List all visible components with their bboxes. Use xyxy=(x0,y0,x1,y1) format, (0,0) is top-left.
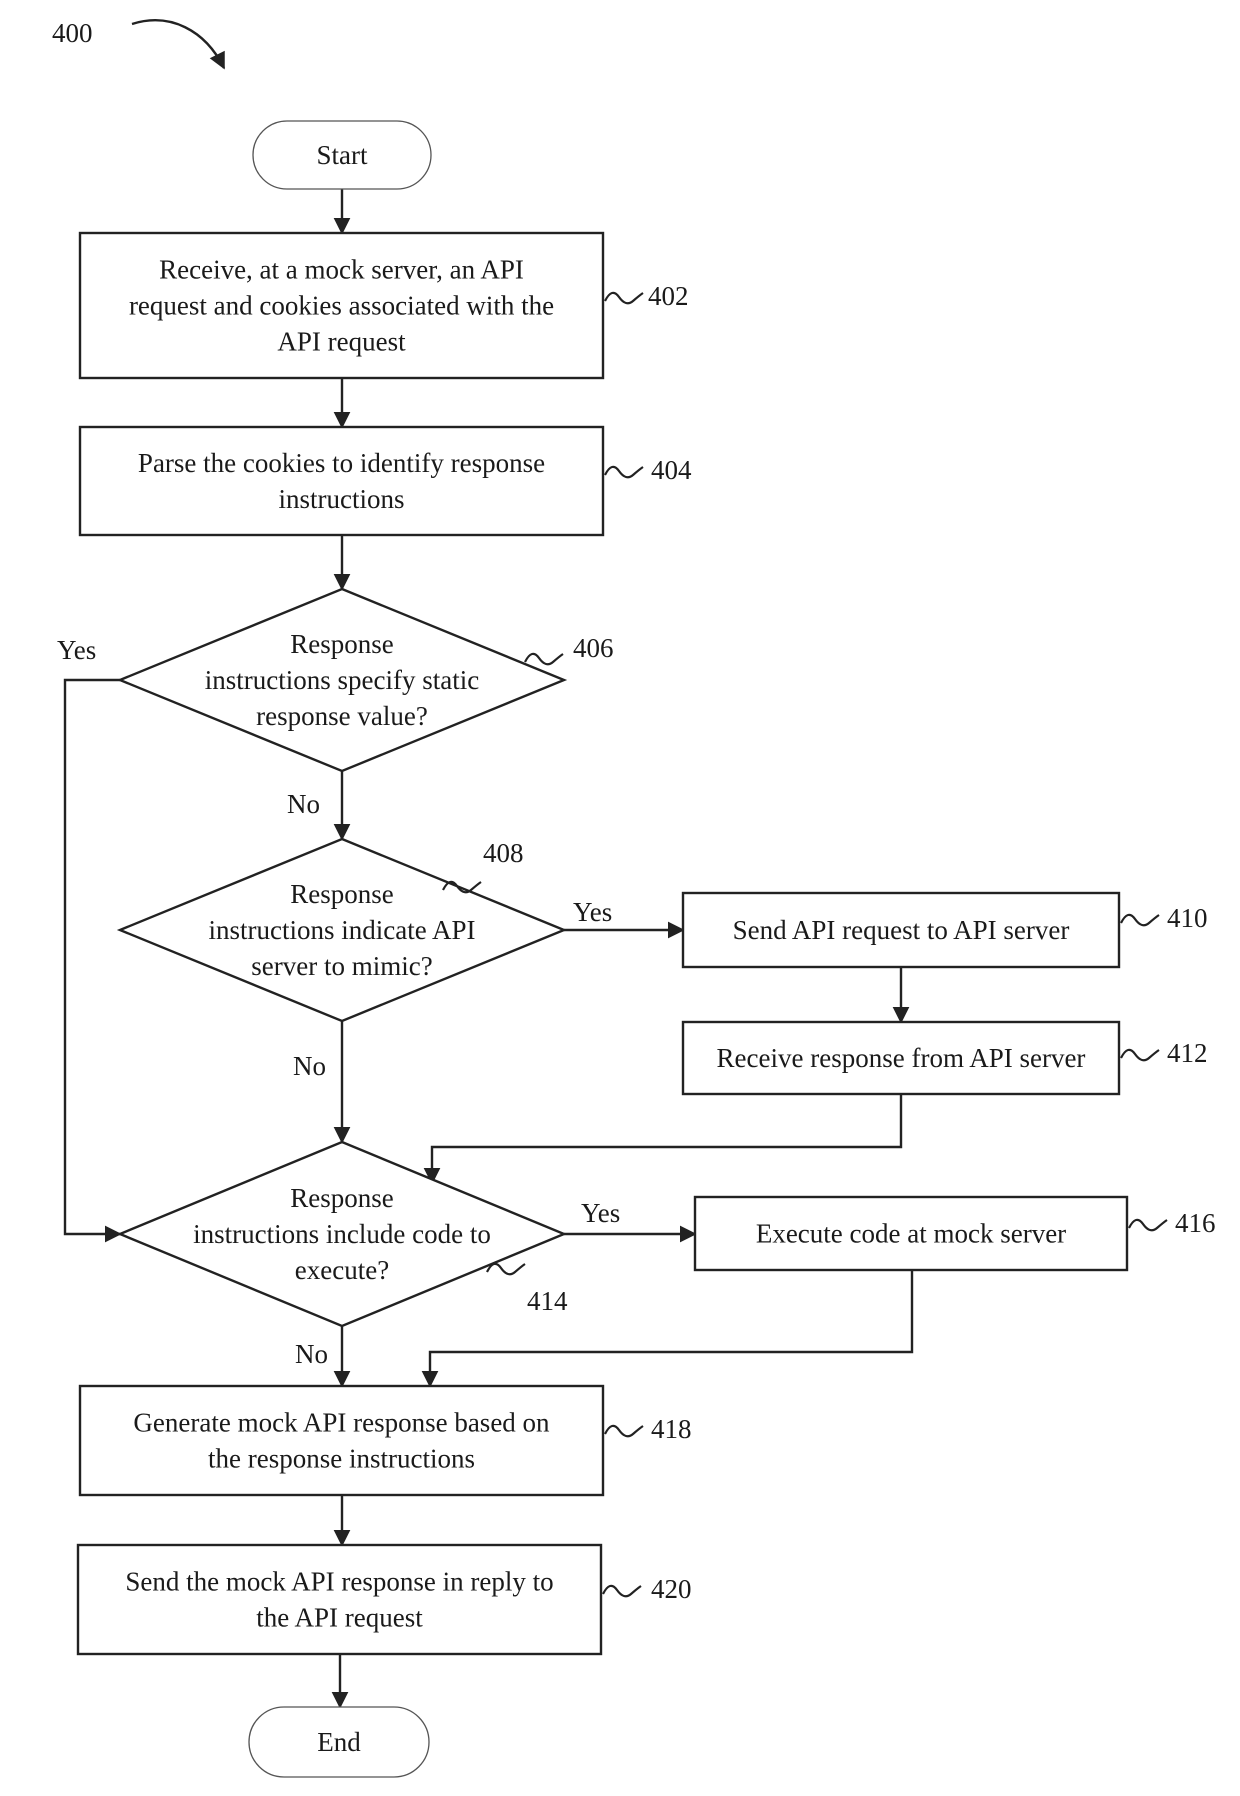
process-text-line: instructions xyxy=(279,484,405,514)
figure-pointer-arrow xyxy=(131,19,226,70)
reference-number-420: 420 xyxy=(651,1574,692,1604)
decision-text-line: execute? xyxy=(295,1255,389,1285)
branch-label-yes: Yes xyxy=(573,897,612,927)
node-n410: Send API request to API server xyxy=(681,891,1121,969)
terminal-text-line: Start xyxy=(317,140,368,170)
process-text-line: API request xyxy=(277,327,406,357)
node-start: Start xyxy=(252,120,432,190)
process-text-line: the API request xyxy=(256,1603,423,1633)
node-n404: Parse the cookies to identify response in… xyxy=(78,425,605,537)
flowchart: 400 Start Receive, at a mock server, an A… xyxy=(52,18,1216,1778)
reference-number-406: 406 xyxy=(573,633,614,663)
edge-n406-to-n414 xyxy=(63,678,122,1243)
node-n414: Response instructions include code to exec… xyxy=(116,1140,568,1328)
nodes-layer: Start Receive, at a mock server, an API re… xyxy=(76,120,1129,1778)
node-n420: Send the mock API response in reply to th… xyxy=(76,1543,603,1656)
process-text-line: Execute code at mock server xyxy=(756,1219,1066,1249)
decision-text-line: instructions include code to xyxy=(193,1219,491,1249)
process-text-line: Receive response from API server xyxy=(717,1043,1086,1073)
decision-text-line: instructions indicate API xyxy=(209,915,476,945)
edge-n416-to-n418 xyxy=(421,1270,914,1388)
reference-leader-412 xyxy=(1120,1048,1160,1062)
node-end: End xyxy=(248,1706,430,1778)
reference-leader-404 xyxy=(604,465,644,479)
reference-leader-416 xyxy=(1128,1218,1168,1232)
process-box xyxy=(78,1384,605,1497)
process-text-line: the response instructions xyxy=(208,1444,475,1474)
reference-number-418: 418 xyxy=(651,1414,692,1444)
decision-text-line: Response xyxy=(290,629,394,659)
branch-label-no: No xyxy=(293,1051,326,1081)
process-text-line: request and cookies associated with the xyxy=(129,291,554,321)
reference-number-404: 404 xyxy=(651,455,692,485)
decision-text-line: Response xyxy=(290,879,394,909)
reference-number-402: 402 xyxy=(648,281,689,311)
process-text-line: Parse the cookies to identify response xyxy=(138,448,545,478)
reference-leader-418 xyxy=(604,1424,644,1438)
edge-n412-to-n414 xyxy=(423,1094,903,1185)
branch-label-no: No xyxy=(295,1339,328,1369)
reference-number-416: 416 xyxy=(1175,1208,1216,1238)
process-box xyxy=(76,1543,603,1656)
decision-text-line: response value? xyxy=(256,701,428,731)
process-text-line: Send API request to API server xyxy=(733,915,1070,945)
decision-text-line: Response xyxy=(290,1183,394,1213)
terminal-text-line: End xyxy=(317,1727,361,1757)
reference-number-410: 410 xyxy=(1167,903,1208,933)
figure-number: 400 xyxy=(52,18,93,48)
reference-leader-406 xyxy=(524,652,564,666)
node-n402: Receive, at a mock server, an API request… xyxy=(78,231,605,380)
reference-number-412: 412 xyxy=(1167,1038,1208,1068)
node-n406: Response instructions specify static respo… xyxy=(116,587,568,773)
branch-label-yes: Yes xyxy=(581,1198,620,1228)
reference-leader-402 xyxy=(604,291,644,305)
node-n418: Generate mock API response based on the r… xyxy=(78,1384,605,1497)
reference-leader-414 xyxy=(486,1262,526,1276)
process-text-line: Send the mock API response in reply to xyxy=(125,1567,553,1597)
branch-label-no: No xyxy=(287,789,320,819)
node-n416: Execute code at mock server xyxy=(693,1195,1129,1272)
process-text-line: Receive, at a mock server, an API xyxy=(159,255,524,285)
node-n412: Receive response from API server xyxy=(681,1020,1121,1096)
decision-text-line: server to mimic? xyxy=(251,951,432,981)
branch-label-yes: Yes xyxy=(57,635,96,665)
process-text-line: Generate mock API response based on xyxy=(133,1408,550,1438)
reference-leader-420 xyxy=(602,1584,642,1598)
reference-number-414: 414 xyxy=(527,1286,568,1316)
reference-number-408: 408 xyxy=(483,838,524,868)
decision-text-line: instructions specify static xyxy=(205,665,479,695)
reference-leader-410 xyxy=(1120,913,1160,927)
process-box xyxy=(78,425,605,537)
